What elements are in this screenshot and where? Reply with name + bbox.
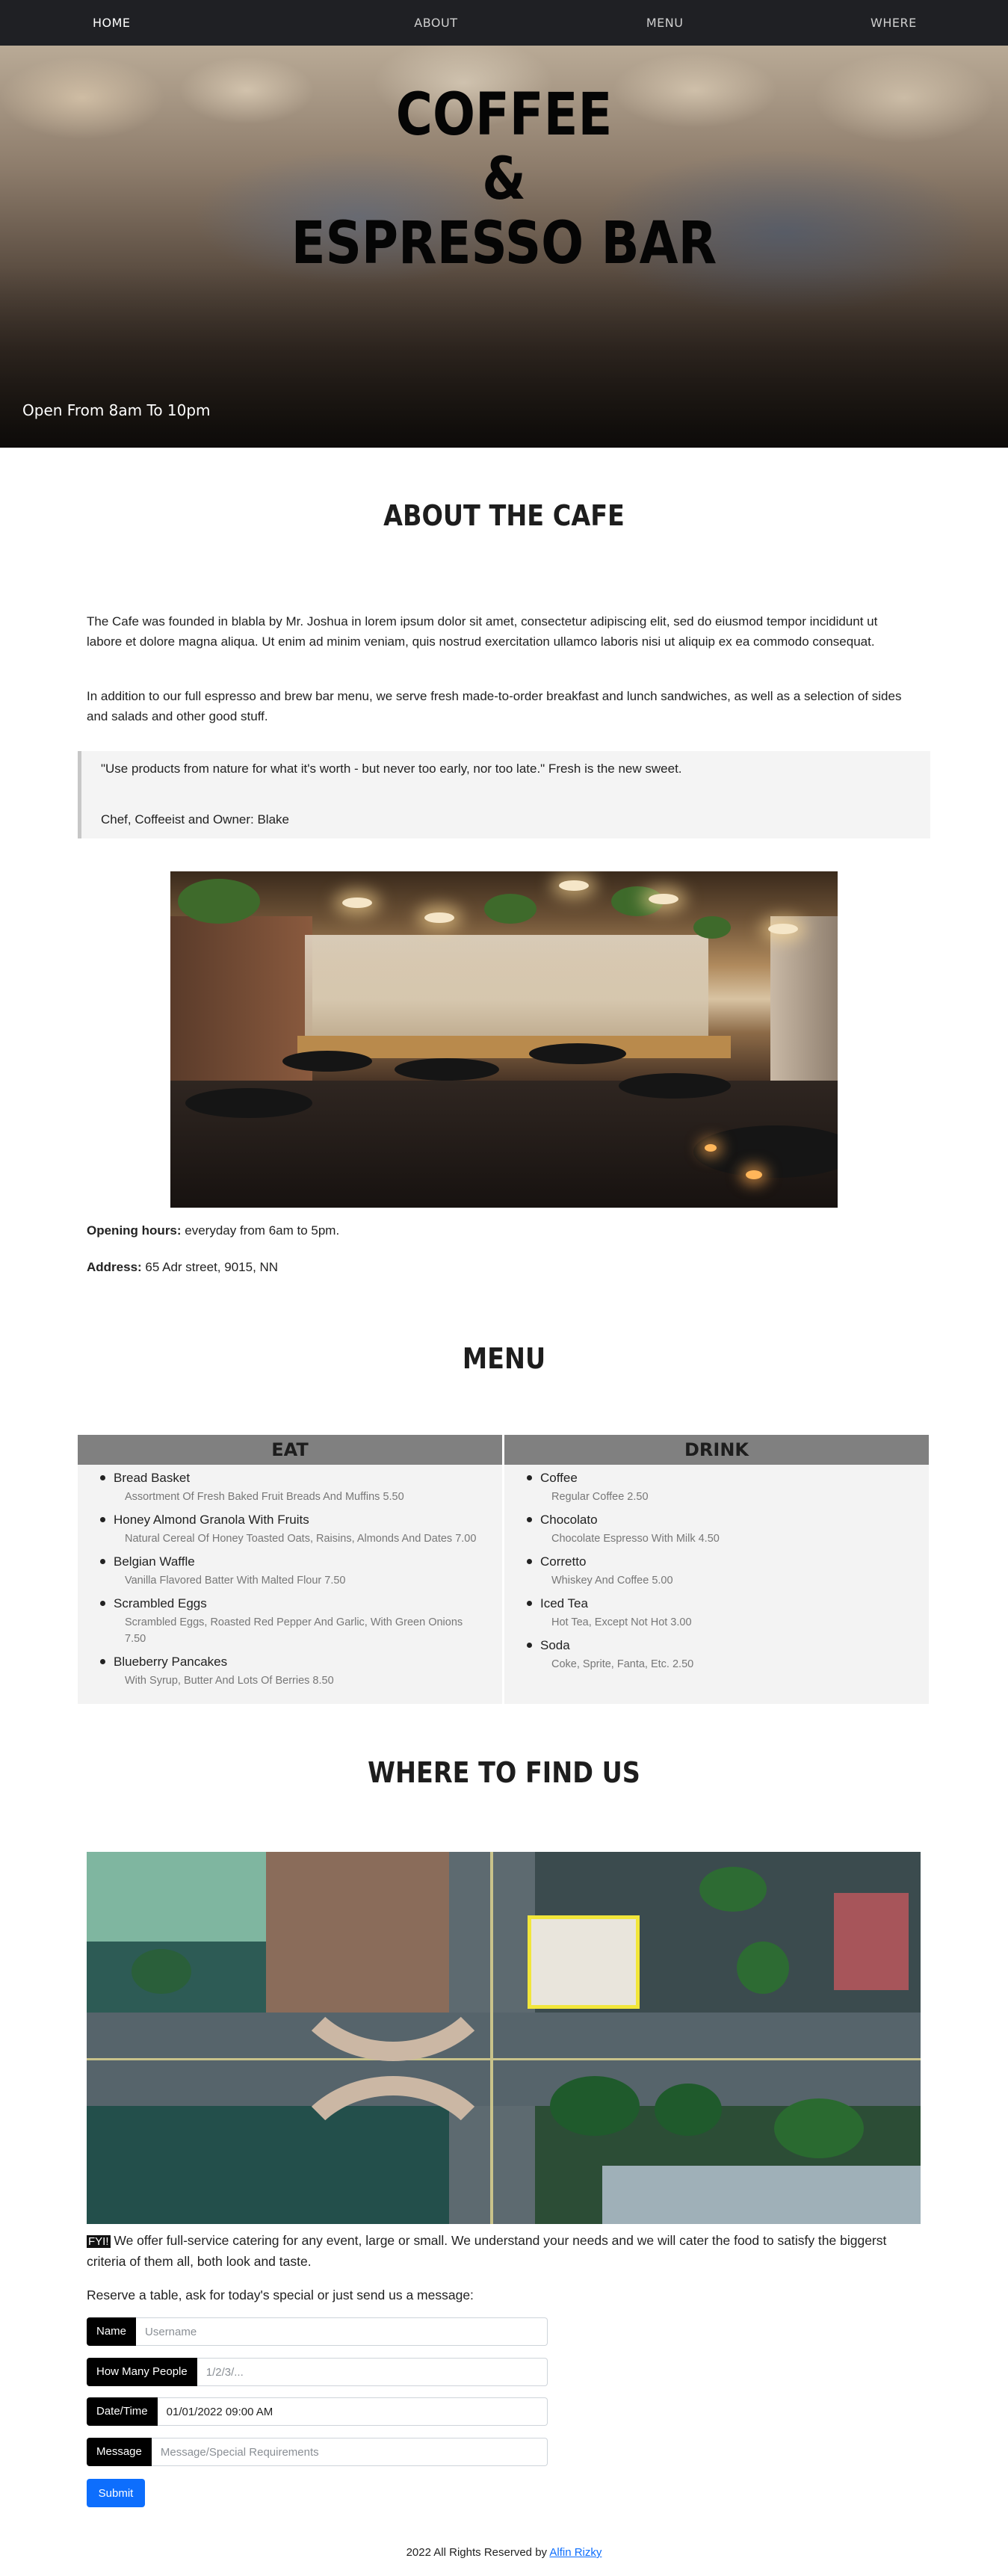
item-name: Bread Basket <box>114 1471 191 1485</box>
menu-item: Bread Basket Assortment Of Fresh Baked Fr… <box>100 1469 502 1505</box>
item-name: Blueberry Pancakes <box>114 1655 228 1669</box>
people-label: How Many People <box>87 2358 197 2386</box>
item-name: Belgian Waffle <box>114 1554 195 1569</box>
opening-hours-label: Opening hours: <box>87 1223 182 1238</box>
hero-banner: COFFEE & ESPRESSO BAR Open From 8am To 1… <box>0 46 1008 448</box>
quote-author: Chef, Coffeeist and Owner: Blake <box>101 812 289 827</box>
datetime-input[interactable] <box>157 2397 548 2426</box>
address: Address: 65 Adr street, 9015, NN <box>87 1260 278 1275</box>
eat-column: EAT Bread Basket Assortment Of Fresh Bake… <box>78 1435 502 1704</box>
menu-item: Chocolato Chocolate Espresso With Milk 4.… <box>527 1511 929 1547</box>
item-name: Honey Almond Granola With Fruits <box>114 1513 309 1527</box>
address-value: 65 Adr street, 9015, NN <box>141 1260 279 1274</box>
drink-list: Coffee Regular Coffee 2.50 Chocolato Choco… <box>504 1465 929 1672</box>
hero-title: COFFEE & ESPRESSO BAR <box>70 83 937 276</box>
menu-title: MENU <box>462 1342 546 1375</box>
fyi-tag: FYI! <box>87 2235 111 2248</box>
eat-header: EAT <box>78 1435 502 1465</box>
footer-text: 2022 All Rights Reserved by <box>406 2546 550 2559</box>
nav-menu[interactable]: MENU <box>551 16 779 30</box>
menu-item: Coffee Regular Coffee 2.50 <box>527 1469 929 1505</box>
page: HOME ABOUT MENU WHERE COFFEE & ESPRESSO … <box>0 0 1008 2576</box>
item-name: Corretto <box>540 1554 587 1569</box>
message-input[interactable] <box>151 2438 548 2466</box>
hero-title-line1: COFFEE <box>395 81 613 149</box>
menu-item: Iced Tea Hot Tea, Except Not Hot 3.00 <box>527 1595 929 1631</box>
menu-item: Honey Almond Granola With Fruits Natural … <box>100 1511 502 1547</box>
item-description: Coke, Sprite, Fanta, Etc. 2.50 <box>551 1658 694 1670</box>
item-description: Scrambled Eggs, Roasted Red Pepper And G… <box>125 1616 463 1645</box>
item-name: Coffee <box>540 1471 578 1485</box>
name-input[interactable] <box>136 2317 548 2346</box>
name-row: Name <box>87 2317 548 2346</box>
item-name: Soda <box>540 1638 570 1652</box>
opening-hours: Opening hours: everyday from 6am to 5pm. <box>87 1223 339 1238</box>
opening-hours-value: everyday from 6am to 5pm. <box>181 1223 340 1238</box>
catering-text: FYI! We offer full-service catering for … <box>87 2231 921 2272</box>
datetime-row: Date/Time <box>87 2397 548 2426</box>
where-title: WHERE TO FIND US <box>368 1756 640 1789</box>
item-description: With Syrup, Butter And Lots Of Berries 8… <box>125 1675 334 1687</box>
menu-item: Blueberry Pancakes With Syrup, Butter And… <box>100 1653 502 1689</box>
address-label: Address: <box>87 1260 142 1274</box>
about-paragraph-1: The Cafe was founded in blabla by Mr. Jo… <box>87 614 878 649</box>
item-description: Assortment Of Fresh Baked Fruit Breads A… <box>125 1491 404 1503</box>
reserve-text: Reserve a table, ask for today's special… <box>87 2288 474 2302</box>
about-title: ABOUT THE CAFE <box>383 499 625 532</box>
item-name: Chocolato <box>540 1513 598 1527</box>
item-description: Vanilla Flavored Batter With Malted Flou… <box>125 1575 346 1587</box>
footer-author-link[interactable]: Alfin Rizky <box>549 2546 602 2559</box>
owner-quote: "Use products from nature for what it's … <box>78 751 930 838</box>
cafe-interior-image <box>170 871 838 1208</box>
datetime-label: Date/Time <box>87 2397 158 2426</box>
item-name: Scrambled Eggs <box>114 1596 207 1610</box>
people-row: How Many People <box>87 2358 548 2386</box>
item-description: Chocolate Espresso With Milk 4.50 <box>551 1533 720 1545</box>
item-description: Regular Coffee 2.50 <box>551 1491 649 1503</box>
message-label: Message <box>87 2438 152 2466</box>
menu-item: Scrambled Eggs Scrambled Eggs, Roasted Re… <box>100 1595 502 1647</box>
item-description: Natural Cereal Of Honey Toasted Oats, Ra… <box>125 1533 477 1545</box>
name-label: Name <box>87 2317 137 2346</box>
menu-item: Soda Coke, Sprite, Fanta, Etc. 2.50 <box>527 1637 929 1672</box>
item-description: Hot Tea, Except Not Hot 3.00 <box>551 1616 692 1628</box>
nav-home[interactable]: HOME <box>0 16 321 30</box>
eat-list: Bread Basket Assortment Of Fresh Baked Fr… <box>78 1465 502 1689</box>
menu-item: Corretto Whiskey And Coffee 5.00 <box>527 1553 929 1589</box>
nav-about[interactable]: ABOUT <box>321 16 550 30</box>
nav-where[interactable]: WHERE <box>779 16 1008 30</box>
aerial-map-image <box>87 1852 921 2224</box>
footer: 2022 All Rights Reserved by Alfin Rizky <box>0 2546 1008 2559</box>
hero-title-line2: & <box>482 146 526 213</box>
item-description: Whiskey And Coffee 5.00 <box>551 1575 673 1587</box>
quote-text: "Use products from nature for what it's … <box>101 762 682 776</box>
drink-header: DRINK <box>504 1435 929 1465</box>
hero-opening-hours: Open From 8am To 10pm <box>22 401 211 419</box>
menu-item: Belgian Waffle Vanilla Flavored Batter Wi… <box>100 1553 502 1589</box>
message-row: Message <box>87 2438 548 2466</box>
catering-description: We offer full-service catering for any e… <box>87 2233 887 2269</box>
hero-title-line3: ESPRESSO BAR <box>291 210 717 277</box>
about-paragraph-2: In addition to our full espresso and bre… <box>87 689 902 723</box>
top-nav: HOME ABOUT MENU WHERE <box>0 0 1008 46</box>
drink-column: DRINK Coffee Regular Coffee 2.50 Chocolat… <box>504 1435 929 1704</box>
people-input[interactable] <box>197 2358 548 2386</box>
submit-button[interactable]: Submit <box>87 2479 145 2507</box>
item-name: Iced Tea <box>540 1596 588 1610</box>
